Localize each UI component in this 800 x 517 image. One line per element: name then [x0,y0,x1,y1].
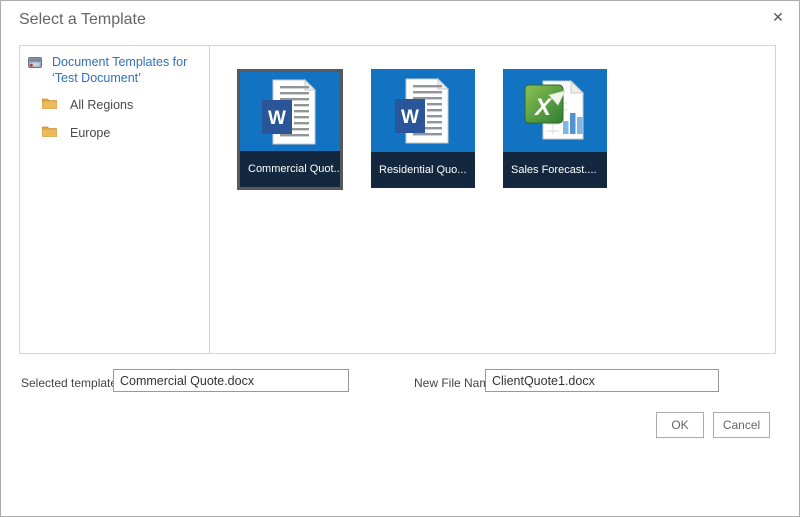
word-doc-icon: W [371,69,475,152]
close-button[interactable]: ✕ [767,6,789,28]
site-library-icon [28,56,42,74]
selected-template-label: Selected template: [21,376,120,390]
word-doc-icon: W [240,72,340,151]
word-badge-letter: W [268,108,286,129]
word-badge-letter: W [401,107,419,128]
excel-doc-icon: X [503,69,607,152]
dialog-title: Select a Template [19,11,146,29]
folder-icon [42,96,57,114]
template-picker-panel: Document Templates for ‘Test Document’ A… [19,45,776,354]
tree-node-label: All Regions [70,98,133,112]
tree-node-all-regions[interactable]: All Regions [28,96,201,114]
ok-button[interactable]: OK [656,412,704,438]
template-tile-commercial-quote[interactable]: W Commercial Quot... [237,69,343,190]
template-tile-label: Commercial Quot... [240,151,340,187]
template-tile-residential-quote[interactable]: W Residential Quo... [371,69,475,188]
template-tile-label: Sales Forecast.... [503,152,607,188]
tree-node-label: Europe [70,126,110,140]
template-tile-sales-forecast[interactable]: X Sales Forecast.... [503,69,607,188]
template-tiles-area: W Commercial Quot... [210,46,775,353]
template-tree-panel: Document Templates for ‘Test Document’ A… [20,46,210,353]
tree-root-label: Document Templates for ‘Test Document’ [52,54,201,86]
tree-root-node[interactable]: Document Templates for ‘Test Document’ [28,54,201,86]
selected-template-input[interactable] [113,369,349,392]
folder-icon [42,124,57,142]
cancel-button[interactable]: Cancel [713,412,770,438]
template-tile-label: Residential Quo... [371,152,475,188]
tree-node-europe[interactable]: Europe [28,124,201,142]
close-icon: ✕ [772,9,784,26]
new-file-name-input[interactable] [485,369,719,392]
excel-badge-letter: X [533,94,553,121]
